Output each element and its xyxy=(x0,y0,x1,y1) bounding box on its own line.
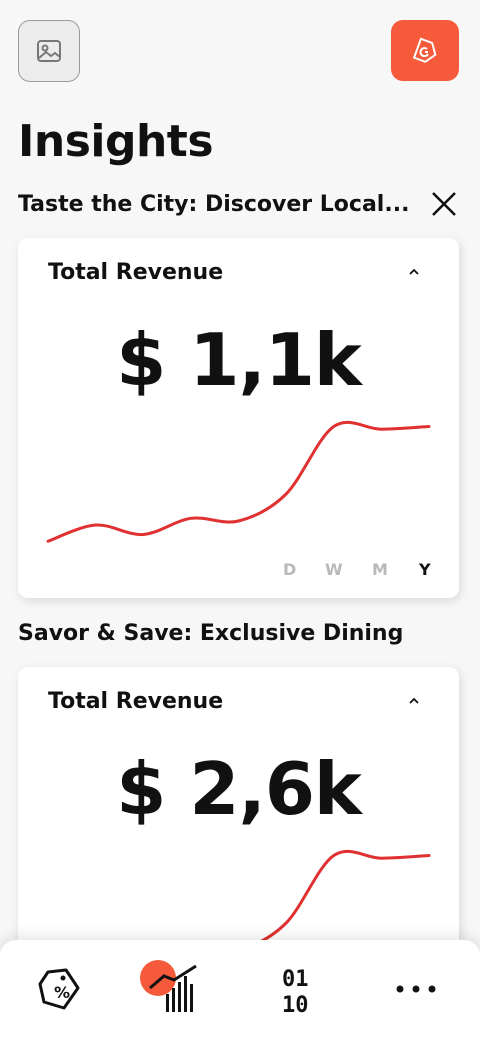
revenue-value: $ 1,1k xyxy=(116,318,362,402)
page-title: Insights xyxy=(18,116,214,167)
tag-icon xyxy=(412,37,437,63)
discount-tag-icon: % xyxy=(38,968,80,1010)
close-button[interactable] xyxy=(428,188,460,220)
range-day[interactable]: D xyxy=(283,560,296,579)
chevron-up-icon[interactable] xyxy=(408,268,420,276)
image-icon xyxy=(37,40,61,62)
analytics-icon xyxy=(140,960,197,1012)
nav-data[interactable]: 01 10 xyxy=(268,958,332,1018)
close-icon xyxy=(432,192,456,216)
more-icon xyxy=(396,985,436,993)
range-year[interactable]: Y xyxy=(419,560,431,579)
svg-text:%: % xyxy=(54,983,70,1002)
campaign-title: Taste the City: Discover Local... xyxy=(18,192,410,217)
range-month[interactable]: M xyxy=(372,560,388,579)
svg-text:01: 01 xyxy=(282,967,309,992)
metric-label: Total Revenue xyxy=(48,260,224,285)
revenue-card: Total Revenue $ 1,1k D W M Y xyxy=(18,238,459,598)
top-bar xyxy=(0,0,480,100)
range-week[interactable]: W xyxy=(325,560,343,579)
nav-more[interactable] xyxy=(384,958,448,1018)
chevron-up-icon[interactable] xyxy=(408,697,420,705)
bottom-nav: % 01 10 xyxy=(0,940,480,1039)
revenue-value: $ 2,6k xyxy=(116,747,362,831)
campaign-button[interactable] xyxy=(391,20,459,81)
campaign-title: Savor & Save: Exclusive Dining xyxy=(18,621,404,646)
revenue-line xyxy=(46,420,431,543)
revenue-chart xyxy=(46,420,431,543)
svg-text:10: 10 xyxy=(282,993,309,1018)
nav-insights[interactable] xyxy=(138,958,202,1018)
metric-label: Total Revenue xyxy=(48,689,224,714)
image-button[interactable] xyxy=(18,20,80,82)
nav-offers[interactable]: % xyxy=(30,958,94,1018)
binary-data-icon: 01 10 xyxy=(282,967,309,1018)
